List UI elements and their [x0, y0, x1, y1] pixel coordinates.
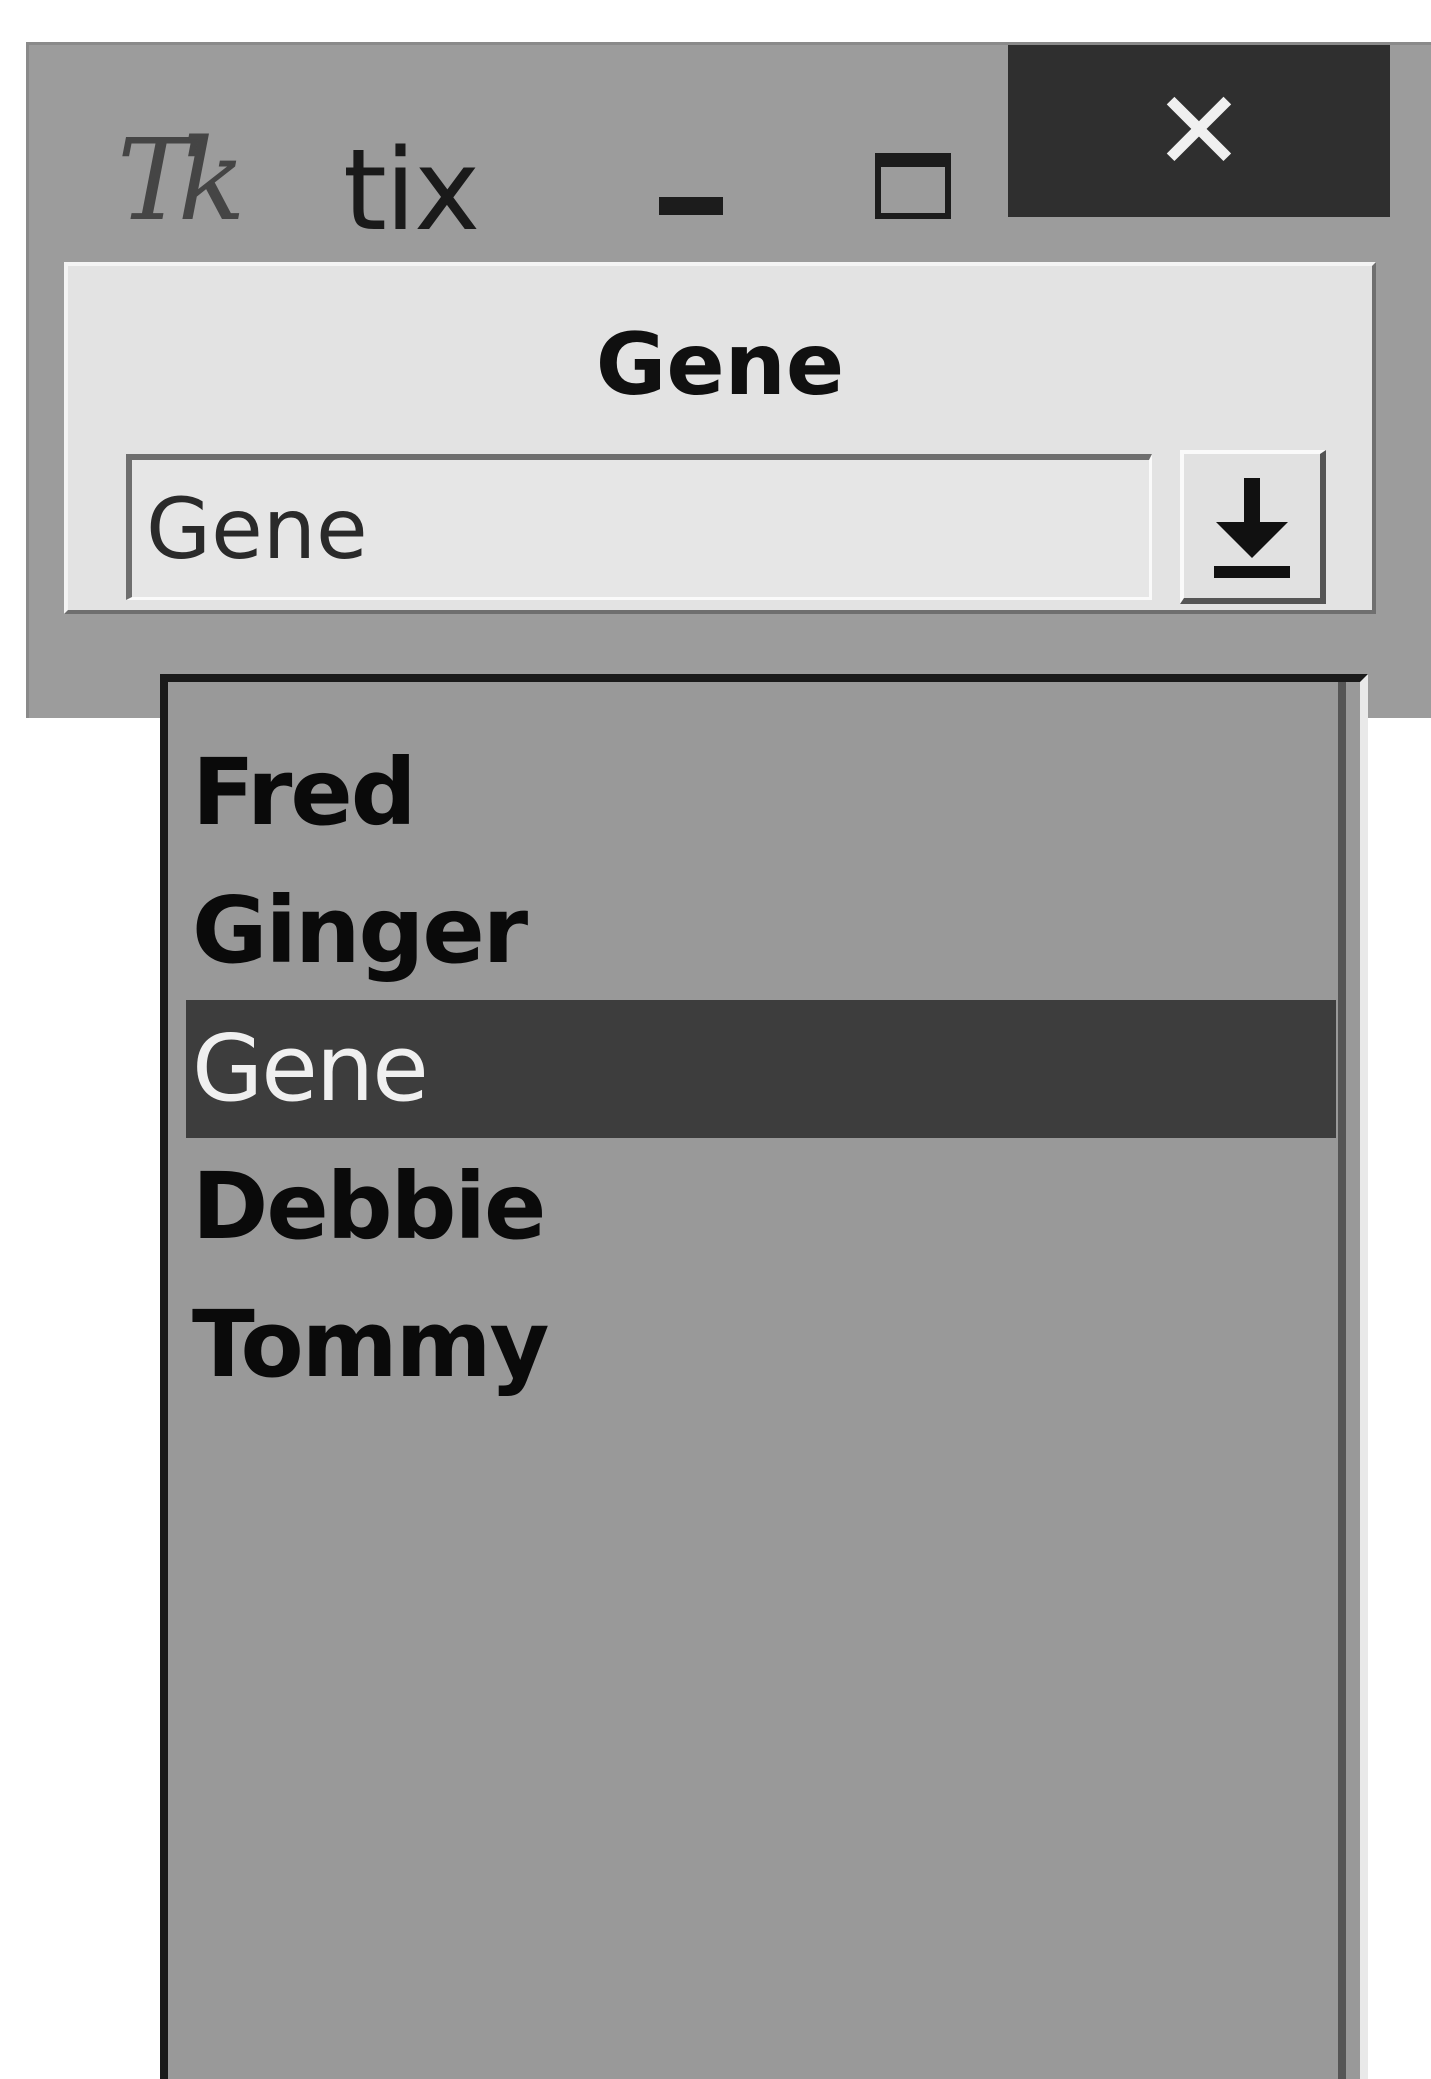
- window-title: tix: [343, 126, 480, 256]
- maximize-icon: [875, 153, 951, 219]
- download-arrow-icon: [1214, 478, 1290, 578]
- list-item-gene[interactable]: Gene: [186, 1000, 1336, 1138]
- combobox-label: Gene: [595, 315, 845, 415]
- dropdown-listbox[interactable]: Fred Ginger Gene Debbie Tommy: [160, 674, 1368, 2079]
- combobox-entry[interactable]: [132, 460, 1149, 597]
- minimize-button[interactable]: [629, 155, 749, 255]
- close-button[interactable]: ✕: [1008, 45, 1390, 217]
- dropdown-button[interactable]: [1180, 450, 1326, 604]
- list-item-tommy[interactable]: Tommy: [186, 1276, 1336, 1414]
- tk-logo-icon: Tk: [117, 116, 246, 246]
- list-item-ginger[interactable]: Ginger: [186, 862, 1336, 1000]
- combobox-panel: Gene: [64, 262, 1376, 614]
- minimize-icon: [659, 197, 723, 215]
- list-item-debbie[interactable]: Debbie: [186, 1138, 1336, 1276]
- maximize-button[interactable]: [849, 127, 969, 237]
- combobox-entry-frame: [126, 454, 1152, 600]
- list-item-fred[interactable]: Fred: [186, 724, 1336, 862]
